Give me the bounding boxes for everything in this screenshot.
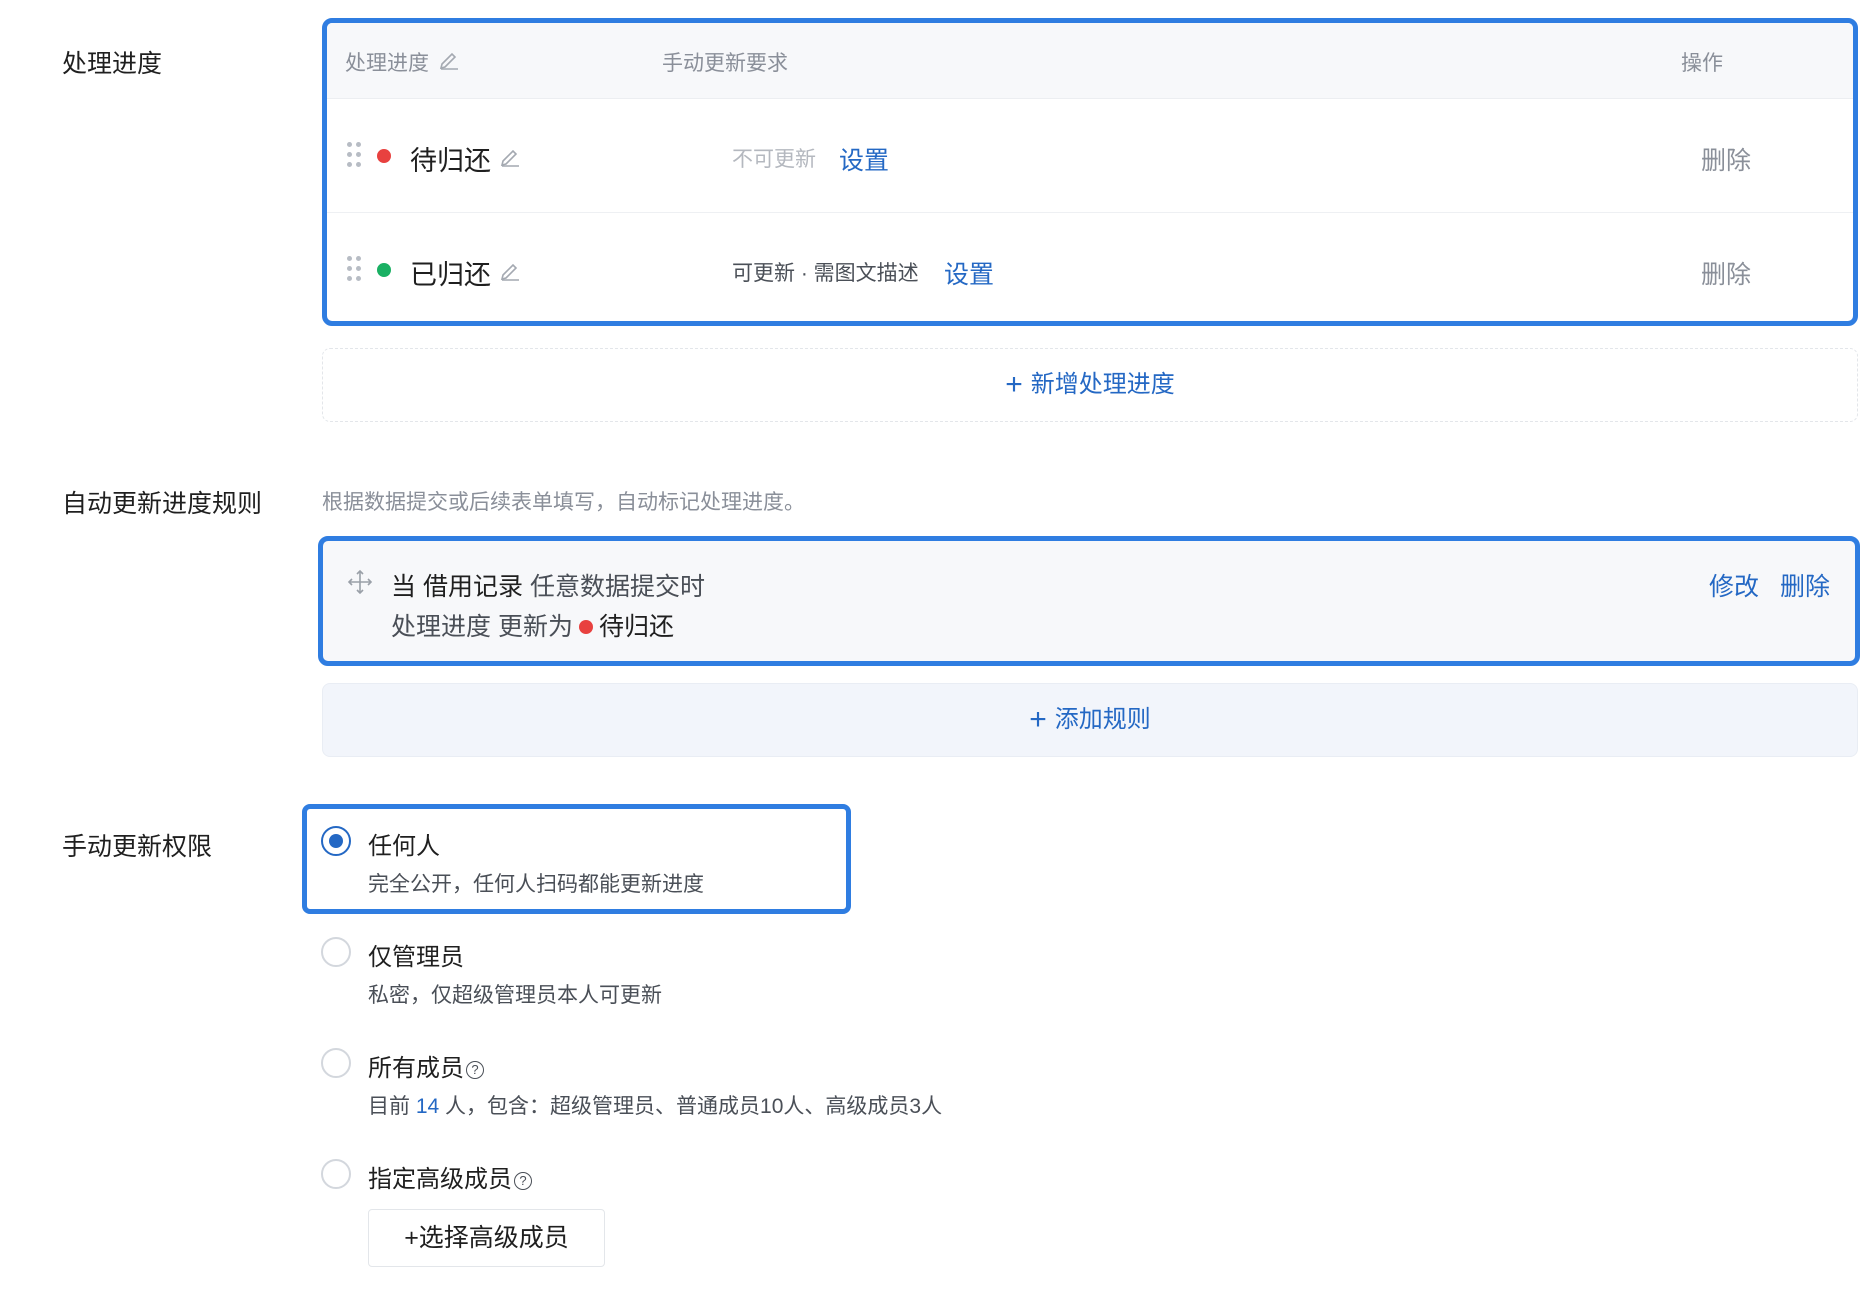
add-rule-button[interactable]: + 添加规则: [322, 683, 1858, 757]
desc-prefix: 目前: [368, 1095, 410, 1118]
desc-suffix: 人，包含：超级管理员、普通成员10人、高级成员3人: [445, 1095, 943, 1118]
add-progress-button[interactable]: + 新增处理进度: [322, 348, 1858, 422]
pencil-icon[interactable]: [499, 259, 521, 281]
option-desc-anyone: 完全公开，任何人扫码都能更新进度: [368, 873, 704, 896]
status-name: 待归还: [410, 146, 491, 176]
add-progress-label: 新增处理进度: [1030, 371, 1175, 398]
rule-card: 当 借用记录 任意数据提交时 处理进度 更新为 待归还 修改 删除: [318, 536, 1860, 666]
rule-status: 待归还: [598, 613, 674, 641]
table-row: 待归还 不可更新 设置 删除: [327, 99, 1853, 213]
option-title-admin-only[interactable]: 仅管理员: [368, 937, 464, 972]
add-rule-label: 添加规则: [1054, 706, 1151, 733]
rule-action: 处理进度 更新为 待归还: [391, 607, 674, 643]
radio-anyone[interactable]: [321, 826, 351, 856]
progress-table: 处理进度 手动更新要求 操作 待归还 不可更新 设置 删除 已归还 可更新 · …: [322, 18, 1858, 326]
set-requirement-link[interactable]: 设置: [839, 141, 889, 177]
plus-icon: +: [1029, 703, 1047, 736]
delete-status-link[interactable]: 删除: [1701, 141, 1751, 177]
option-desc-admin-only: 私密，仅超级管理员本人可更新: [368, 984, 662, 1007]
radio-specific-members[interactable]: [321, 1159, 351, 1189]
set-requirement-link[interactable]: 设置: [944, 255, 994, 291]
radio-all-members[interactable]: [321, 1048, 351, 1078]
member-count: 14: [415, 1095, 440, 1118]
delete-status-link[interactable]: 删除: [1701, 255, 1751, 291]
rule-field: 处理进度: [391, 613, 492, 641]
header-action: 操作: [1681, 52, 1723, 75]
pencil-icon[interactable]: [499, 145, 521, 167]
rule-condition: 当 借用记录 任意数据提交时: [391, 567, 705, 603]
help-icon[interactable]: ?: [514, 1172, 532, 1190]
header-status: 处理进度: [345, 52, 429, 75]
option-title-all-members-text: 所有成员: [368, 1055, 464, 1082]
option-title-anyone[interactable]: 任何人: [368, 826, 440, 861]
progress-table-header: 处理进度 手动更新要求 操作: [327, 23, 1853, 99]
drag-handle-icon[interactable]: [347, 256, 361, 282]
status-dot-red: [377, 149, 391, 163]
pencil-icon[interactable]: [438, 48, 460, 70]
drag-handle-icon[interactable]: [347, 142, 361, 168]
status-dot-red: [578, 620, 593, 635]
progress-section-label: 处理进度: [62, 50, 163, 78]
auto-rule-description: 根据数据提交或后续表单填写，自动标记处理进度。: [322, 491, 805, 514]
rule-form-name: 借用记录: [422, 573, 523, 601]
option-title-specific-members-text: 指定高级成员: [368, 1166, 512, 1193]
rule-prefix: 当: [391, 573, 417, 601]
move-icon[interactable]: [347, 569, 373, 595]
table-row: 已归还 可更新 · 需图文描述 设置 删除: [327, 213, 1853, 321]
rule-trigger: 任意数据提交时: [529, 573, 705, 601]
option-title-all-members[interactable]: 所有成员?: [368, 1048, 484, 1083]
requirement-text: 可更新 · 需图文描述: [732, 262, 919, 285]
radio-admin-only[interactable]: [321, 937, 351, 967]
option-desc-all-members: 目前 14 人，包含：超级管理员、普通成员10人、高级成员3人: [368, 1090, 942, 1120]
rule-update-to: 更新为: [497, 613, 573, 641]
help-icon[interactable]: ?: [466, 1061, 484, 1079]
status-dot-green: [377, 263, 391, 277]
requirement-text: 不可更新: [732, 148, 816, 171]
option-title-specific-members[interactable]: 指定高级成员?: [368, 1159, 532, 1194]
header-requirement: 手动更新要求: [662, 52, 788, 75]
select-members-button[interactable]: +选择高级成员: [368, 1209, 605, 1267]
delete-rule-link[interactable]: 删除: [1780, 567, 1830, 603]
plus-icon: +: [1005, 368, 1023, 401]
status-name: 已归还: [410, 260, 491, 290]
auto-rule-section-label: 自动更新进度规则: [62, 490, 263, 518]
permission-section-label: 手动更新权限: [62, 833, 213, 861]
edit-rule-link[interactable]: 修改: [1709, 567, 1759, 603]
